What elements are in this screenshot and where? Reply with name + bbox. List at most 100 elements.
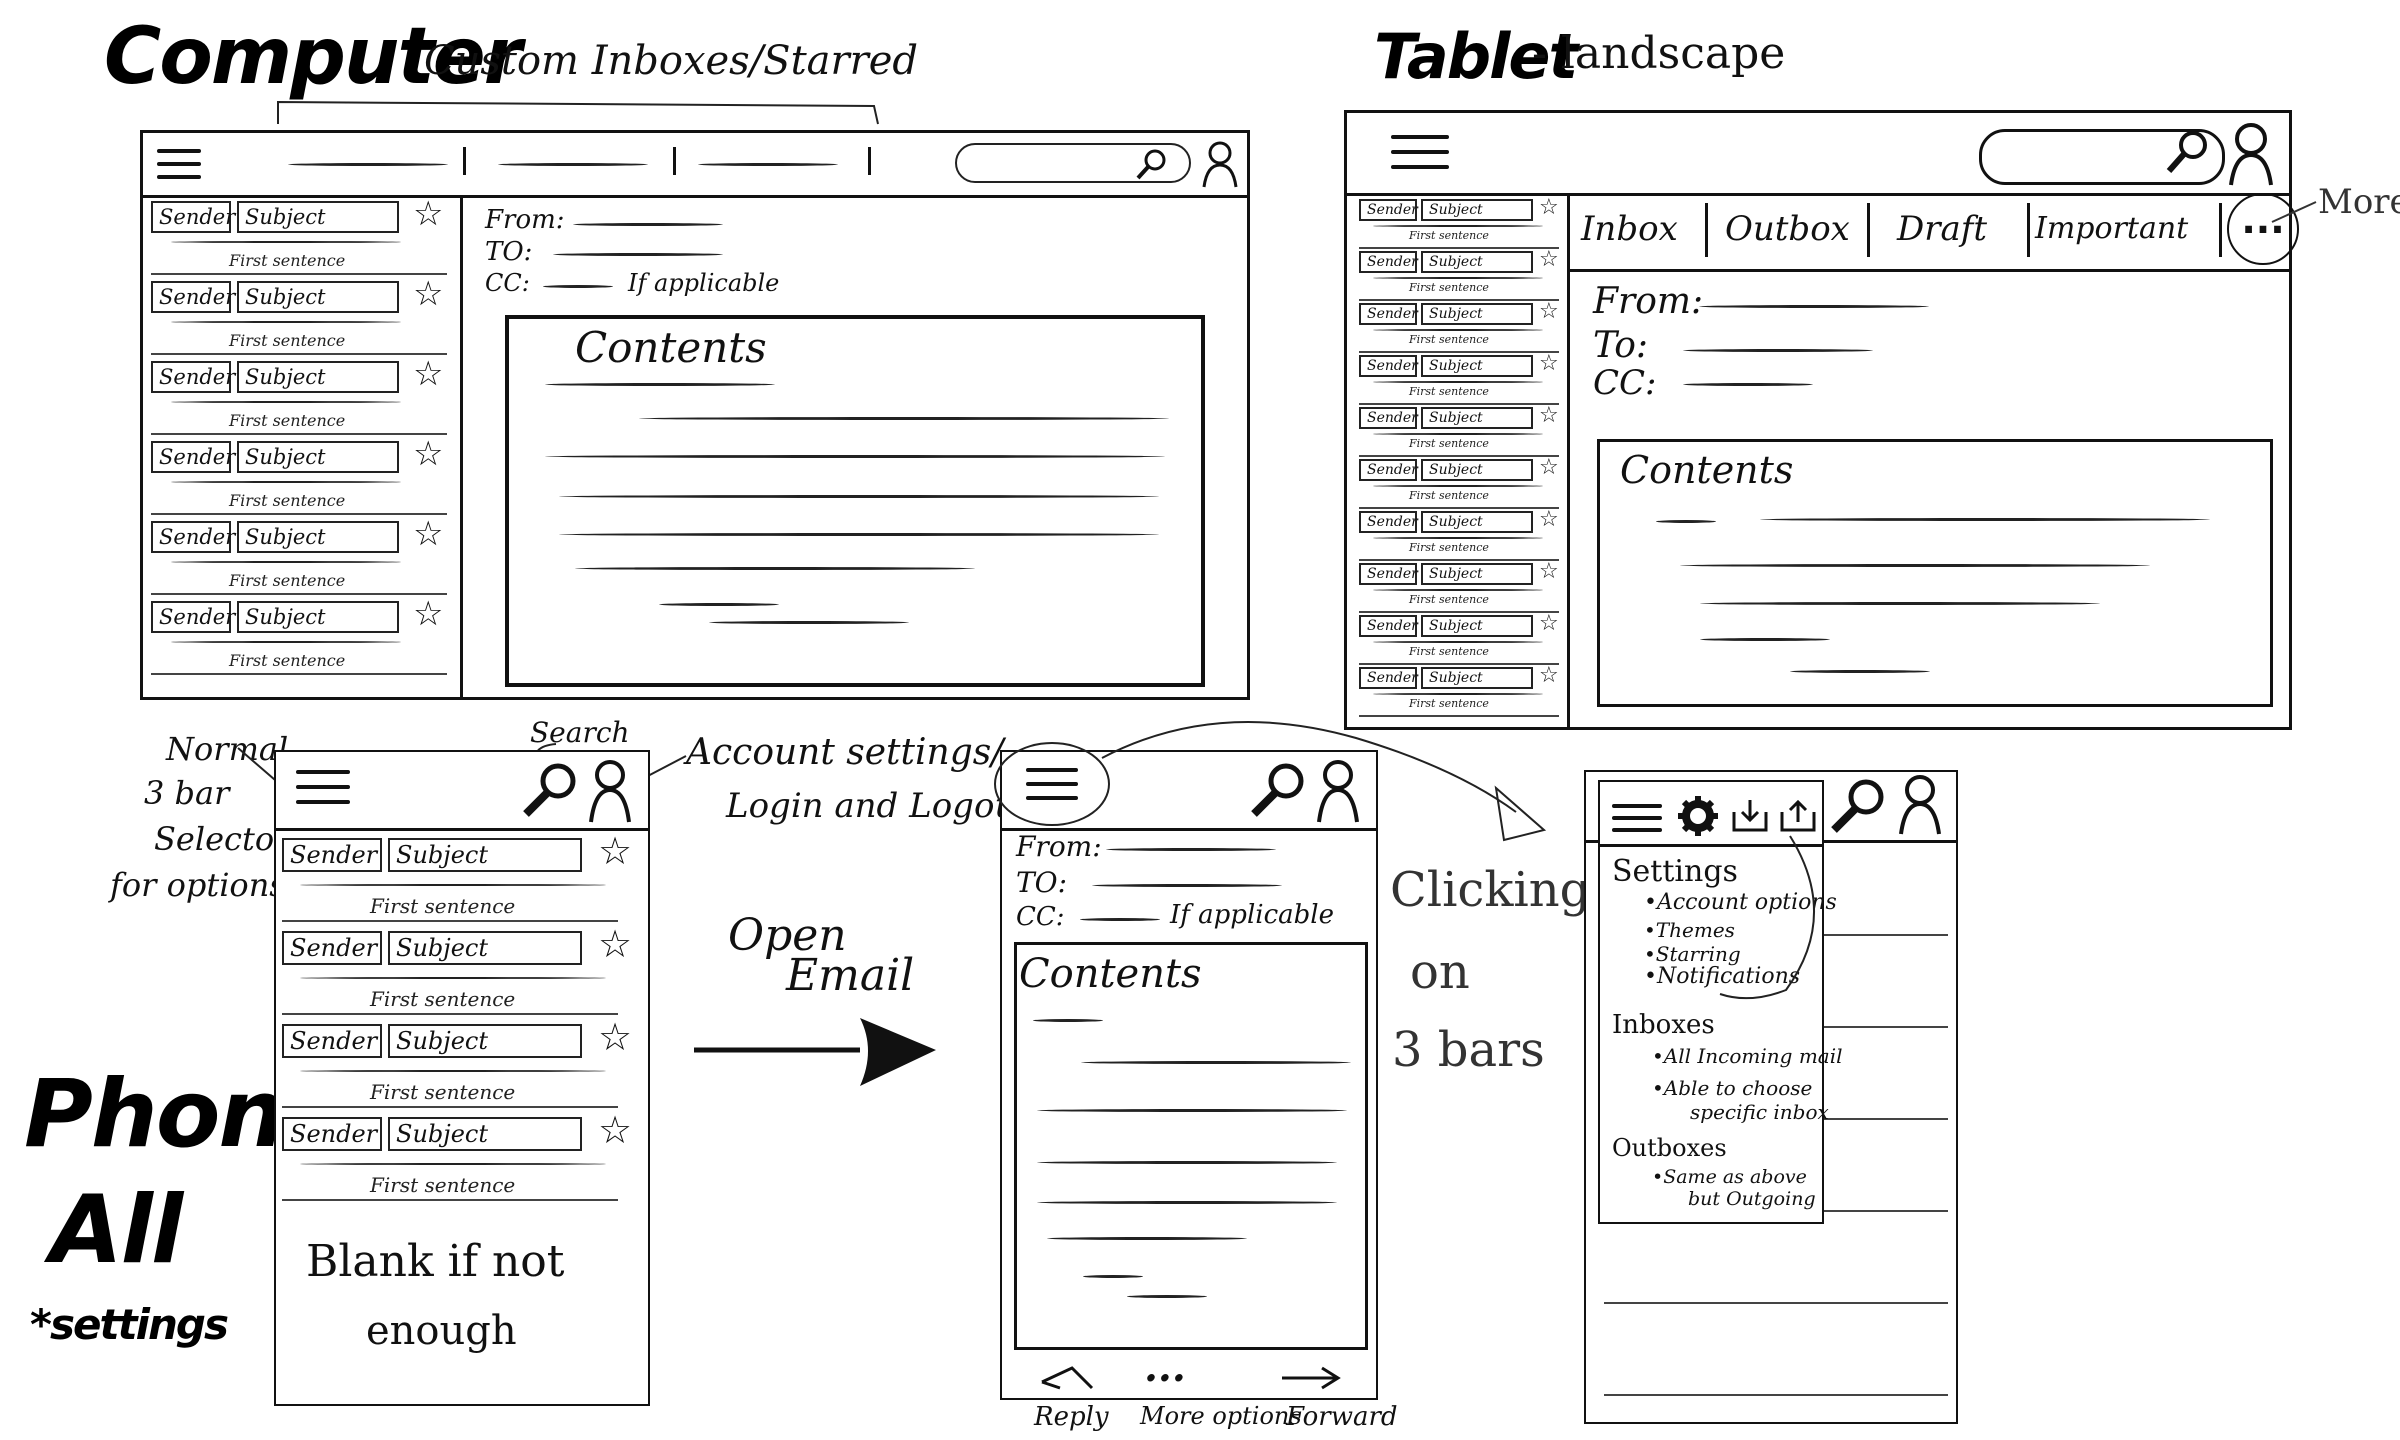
to-label: To: (1593, 325, 1649, 366)
list-item[interactable] (151, 441, 447, 517)
menu-icon[interactable] (157, 149, 203, 183)
menu-icon[interactable] (994, 742, 1110, 826)
custom-tab-1[interactable] (288, 163, 448, 166)
cc-label: CC: (485, 269, 530, 297)
account-icon[interactable] (588, 758, 632, 824)
cc-label: CC: (1593, 363, 1657, 403)
tablet-subtitle: - landscape (1532, 28, 1786, 79)
clicking-note-1: Clicking (1390, 862, 1591, 918)
tabs-bracket (277, 100, 879, 125)
tablet-header (1347, 113, 2289, 196)
menu-icon[interactable] (296, 770, 352, 810)
phone-menu-window: Settings •Account options •Themes •Starr… (1584, 770, 1958, 1424)
clicking-arrow (1101, 721, 1547, 842)
list-item[interactable] (151, 601, 447, 677)
list-item[interactable] (1359, 615, 1559, 663)
search-icon[interactable] (1135, 147, 1169, 181)
from-label: From: (1593, 281, 1704, 322)
custom-tab-3[interactable] (698, 163, 838, 166)
phone-title-line2: All (50, 1176, 183, 1285)
menu-icon[interactable] (1612, 804, 1664, 836)
phone-title-line3: *settings (30, 1300, 229, 1349)
settings-bracket (1719, 835, 1815, 1000)
list-item[interactable] (1359, 563, 1559, 611)
from-label: From: (485, 205, 565, 235)
list-item[interactable] (1359, 407, 1559, 455)
computer-contents-box: Contents (505, 315, 1205, 687)
list-item[interactable] (1359, 355, 1559, 403)
search-icon[interactable] (1830, 778, 1886, 834)
list-item[interactable] (151, 281, 447, 357)
outboxes-item-same: •Same as above (1652, 1166, 1807, 1188)
list-item[interactable] (1359, 667, 1559, 715)
tablet-contents-box: Contents (1597, 439, 2273, 707)
normal-note-2: 3 bar (144, 774, 230, 812)
list-item[interactable] (1359, 199, 1559, 247)
forward-label: Forward (1286, 1402, 1398, 1432)
account-note-1: Account settings/ (686, 732, 1004, 773)
more-pointer (2271, 201, 2317, 223)
list-item[interactable] (1359, 511, 1559, 559)
cc-note: If applicable (628, 269, 780, 297)
list-item[interactable] (282, 1024, 618, 1113)
phone-contents-box: Contents (1014, 942, 1368, 1350)
list-item[interactable] (282, 931, 618, 1020)
contents-label: Contents (575, 323, 767, 372)
account-icon[interactable] (2227, 121, 2275, 187)
list-item[interactable] (1359, 251, 1559, 299)
open-email-arrow (694, 1018, 936, 1086)
to-label: TO: (1016, 866, 1068, 899)
more-note: More (2318, 182, 2400, 222)
tablet-email-list: Sender Subject ☆ First sentence Sender Subjec… (1347, 193, 1570, 730)
tablet-tab-bar: Inbox Outbox Draft Important ... (1567, 193, 2299, 272)
contents-label: Contents (1620, 448, 1794, 492)
computer-email-list: Sender Subject ☆ First sentence Sender Subjec… (143, 195, 463, 700)
account-note-2: Login and Logout (726, 786, 1030, 826)
contents-label: Contents (1019, 951, 1202, 997)
inboxes-item-all[interactable]: •All Incoming mail (1652, 1044, 1843, 1068)
more-options-dots[interactable]: ... (1144, 1344, 1186, 1391)
menu-icon[interactable] (1391, 135, 1451, 175)
reply-icon[interactable] (1036, 1364, 1096, 1392)
clicking-note-2: on (1410, 944, 1470, 1000)
blank-note-2: enough (366, 1308, 517, 1354)
list-item[interactable] (282, 838, 618, 927)
open-email-note-2: Email (786, 950, 915, 1001)
to-label: TO: (485, 237, 533, 267)
computer-window: Sender Subject ☆ First sentence Sender Subjec… (140, 130, 1250, 700)
inboxes-item-choose[interactable]: •Able to choose (1652, 1076, 1812, 1100)
account-icon[interactable] (1201, 139, 1239, 189)
tab-inbox[interactable]: Inbox (1581, 209, 1678, 249)
tab-important[interactable]: Important (2035, 211, 2188, 246)
normal-note-4: for options (110, 866, 286, 904)
forward-icon[interactable] (1278, 1364, 1342, 1392)
search-icon[interactable] (522, 762, 578, 818)
inboxes-heading[interactable]: Inboxes (1612, 1010, 1715, 1040)
list-item[interactable] (1359, 303, 1559, 351)
computer-header (143, 133, 1247, 198)
phone-list-window: Sender Subject ☆ First sentence Sender Subjec… (274, 750, 650, 1406)
account-icon[interactable] (1898, 774, 1942, 836)
outboxes-heading[interactable]: Outboxes (1612, 1134, 1727, 1162)
list-item[interactable] (151, 521, 447, 597)
blank-note-1: Blank if not (306, 1236, 565, 1287)
custom-inboxes-annotation: Custom Inboxes/Starred (424, 38, 919, 84)
normal-note-3: Selector (154, 820, 290, 858)
reply-label: Reply (1034, 1402, 1109, 1432)
tab-draft[interactable]: Draft (1897, 209, 1987, 249)
list-item[interactable] (282, 1117, 618, 1206)
outboxes-item-outgoing: but Outgoing (1688, 1188, 1816, 1210)
phone-list-header (276, 752, 648, 831)
cc-note: If applicable (1170, 900, 1334, 930)
tab-outbox[interactable]: Outbox (1725, 209, 1850, 249)
list-item[interactable] (151, 361, 447, 437)
custom-tab-2[interactable] (498, 163, 648, 166)
from-label: From: (1016, 830, 1102, 863)
tablet-window: Sender Subject ☆ First sentence Sender Subjec… (1344, 110, 2299, 730)
list-item[interactable] (151, 201, 447, 277)
list-item[interactable] (1359, 459, 1559, 507)
clicking-note-3: 3 bars (1392, 1022, 1545, 1078)
search-icon[interactable] (2165, 129, 2211, 175)
more-options-label: More options (1140, 1402, 1302, 1430)
side-drawer: Settings •Account options •Themes •Starr… (1598, 780, 1843, 1224)
